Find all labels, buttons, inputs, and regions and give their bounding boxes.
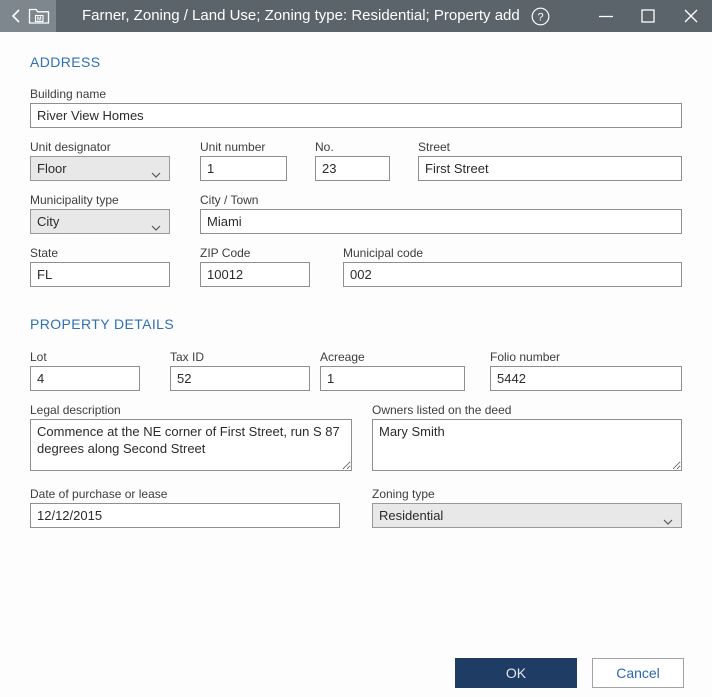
municipality-type-label: Municipality type xyxy=(30,193,119,207)
zoning-type-label: Zoning type xyxy=(372,487,435,501)
lot-input[interactable] xyxy=(30,366,140,391)
tax-id-label: Tax ID xyxy=(170,350,205,364)
building-name-label: Building name xyxy=(30,87,107,101)
field-legal-description: Legal description Commence at the NE cor… xyxy=(30,403,352,471)
close-icon[interactable] xyxy=(674,0,708,32)
field-zip-code: ZIP Code xyxy=(200,246,310,287)
state-label: State xyxy=(30,246,59,260)
field-municipal-code: Municipal code xyxy=(343,246,682,287)
field-unit-number: Unit number xyxy=(200,140,287,181)
unit-number-input[interactable] xyxy=(200,156,287,181)
legal-description-label: Legal description xyxy=(30,403,121,417)
field-owners-on-deed: Owners listed on the deed Mary Smith xyxy=(372,403,682,471)
owners-label: Owners listed on the deed xyxy=(372,403,512,417)
field-municipality-type: Municipality type City xyxy=(30,193,170,234)
unit-designator-select[interactable]: Floor xyxy=(30,156,170,181)
no-input[interactable] xyxy=(315,156,390,181)
zoning-type-value: Residential xyxy=(379,508,444,523)
city-town-label: City / Town xyxy=(200,193,259,207)
ok-button[interactable]: OK xyxy=(455,658,577,688)
field-unit-designator: Unit designator Floor xyxy=(30,140,170,181)
cancel-button[interactable]: Cancel xyxy=(592,658,684,688)
legal-description-textarea[interactable]: Commence at the NE corner of First Stree… xyxy=(30,419,352,471)
acreage-label: Acreage xyxy=(320,350,365,364)
titlebar: M Farner, Zoning / Land Use; Zoning type… xyxy=(0,0,712,32)
field-city-town: City / Town xyxy=(200,193,682,234)
field-acreage: Acreage xyxy=(320,350,465,391)
field-zoning-type: Zoning type Residential xyxy=(372,487,682,528)
no-label: No. xyxy=(315,140,334,154)
field-tax-id: Tax ID xyxy=(170,350,310,391)
property-details-section-header: PROPERTY DETAILS xyxy=(30,316,175,332)
app-folder-icon: M xyxy=(28,7,50,25)
acreage-input[interactable] xyxy=(320,366,465,391)
field-building-name: Building name xyxy=(30,87,682,128)
folio-number-label: Folio number xyxy=(490,350,561,364)
field-purchase-date: Date of purchase or lease xyxy=(30,487,340,528)
svg-text:?: ? xyxy=(537,11,543,23)
street-input[interactable] xyxy=(418,156,682,181)
field-no: No. xyxy=(315,140,390,181)
field-street: Street xyxy=(418,140,682,181)
svg-text:M: M xyxy=(37,16,42,22)
municipality-type-select[interactable]: City xyxy=(30,209,170,234)
zoning-type-select[interactable]: Residential xyxy=(372,503,682,528)
field-lot: Lot xyxy=(30,350,140,391)
unit-designator-value: Floor xyxy=(37,161,67,176)
chevron-down-icon xyxy=(663,513,673,528)
field-folio-number: Folio number xyxy=(490,350,682,391)
state-input[interactable] xyxy=(30,262,170,287)
help-icon[interactable]: ? xyxy=(523,0,557,32)
city-town-input[interactable] xyxy=(200,209,682,234)
lot-label: Lot xyxy=(30,350,47,364)
building-name-input[interactable] xyxy=(30,103,682,128)
chevron-down-icon xyxy=(151,219,161,234)
municipality-type-value: City xyxy=(37,214,60,229)
back-icon[interactable] xyxy=(8,8,24,24)
folio-number-input[interactable] xyxy=(490,366,682,391)
municipal-code-label: Municipal code xyxy=(343,246,424,260)
field-state: State xyxy=(30,246,170,287)
chevron-down-icon xyxy=(151,166,161,181)
purchase-date-input[interactable] xyxy=(30,503,340,528)
unit-number-label: Unit number xyxy=(200,140,266,154)
minimize-icon[interactable] xyxy=(589,0,623,32)
purchase-date-label: Date of purchase or lease xyxy=(30,487,168,501)
municipal-code-input[interactable] xyxy=(343,262,682,287)
tax-id-input[interactable] xyxy=(170,366,310,391)
address-section-header: ADDRESS xyxy=(30,54,101,70)
maximize-icon[interactable] xyxy=(631,0,665,32)
zip-code-label: ZIP Code xyxy=(200,246,251,260)
unit-designator-label: Unit designator xyxy=(30,140,111,154)
zip-code-input[interactable] xyxy=(200,262,310,287)
owners-textarea[interactable]: Mary Smith xyxy=(372,419,682,471)
window-title: Farner, Zoning / Land Use; Zoning type: … xyxy=(82,7,520,24)
street-label: Street xyxy=(418,140,451,154)
